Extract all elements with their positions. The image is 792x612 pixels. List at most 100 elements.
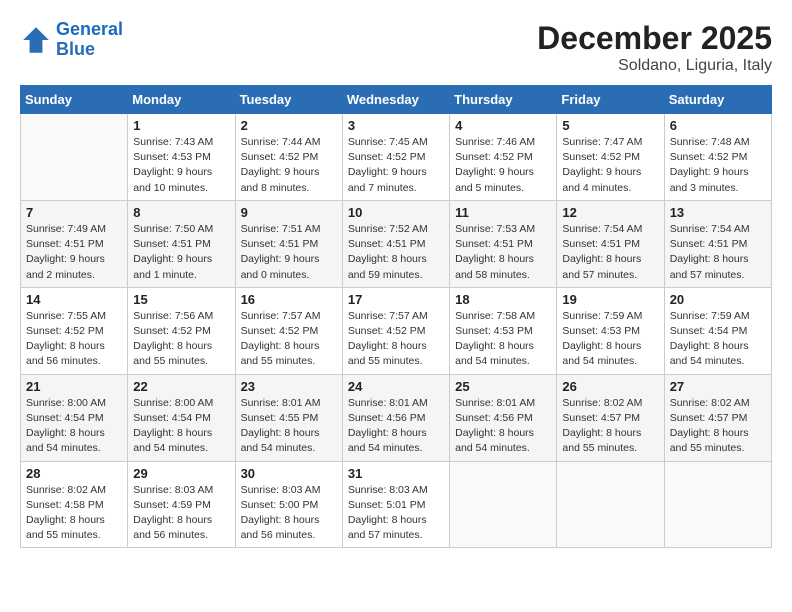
day-info: Sunrise: 7:46 AM Sunset: 4:52 PM Dayligh… — [455, 135, 551, 196]
day-info: Sunrise: 7:54 AM Sunset: 4:51 PM Dayligh… — [670, 222, 766, 283]
day-cell — [21, 114, 128, 201]
location: Soldano, Liguria, Italy — [537, 57, 772, 75]
header-saturday: Saturday — [664, 86, 771, 114]
day-number: 22 — [133, 379, 229, 394]
day-info: Sunrise: 8:02 AM Sunset: 4:57 PM Dayligh… — [562, 396, 658, 457]
logo-icon — [20, 24, 52, 56]
day-number: 16 — [241, 292, 337, 307]
day-cell: 1 Sunrise: 7:43 AM Sunset: 4:53 PM Daylig… — [128, 114, 235, 201]
day-cell: 7 Sunrise: 7:49 AM Sunset: 4:51 PM Daylig… — [21, 200, 128, 287]
day-info: Sunrise: 7:57 AM Sunset: 4:52 PM Dayligh… — [241, 309, 337, 370]
day-info: Sunrise: 7:43 AM Sunset: 4:53 PM Dayligh… — [133, 135, 229, 196]
day-info: Sunrise: 7:59 AM Sunset: 4:54 PM Dayligh… — [670, 309, 766, 370]
header-tuesday: Tuesday — [235, 86, 342, 114]
day-info: Sunrise: 8:03 AM Sunset: 5:00 PM Dayligh… — [241, 483, 337, 544]
day-info: Sunrise: 7:53 AM Sunset: 4:51 PM Dayligh… — [455, 222, 551, 283]
day-number: 29 — [133, 466, 229, 481]
logo-text: General Blue — [56, 20, 123, 60]
day-cell: 8Sunrise: 7:50 AM Sunset: 4:51 PM Daylig… — [128, 200, 235, 287]
day-info: Sunrise: 7:49 AM Sunset: 4:51 PM Dayligh… — [26, 222, 122, 283]
header-row: SundayMondayTuesdayWednesdayThursdayFrid… — [21, 86, 772, 114]
day-number: 8 — [133, 205, 229, 220]
day-info: Sunrise: 7:51 AM Sunset: 4:51 PM Dayligh… — [241, 222, 337, 283]
day-number: 9 — [241, 205, 337, 220]
day-cell: 21 Sunrise: 8:00 AM Sunset: 4:54 PM Dayli… — [21, 374, 128, 461]
day-number: 7 — [26, 205, 122, 220]
day-info: Sunrise: 7:55 AM Sunset: 4:52 PM Dayligh… — [26, 309, 122, 370]
day-number: 27 — [670, 379, 766, 394]
day-cell: 25 Sunrise: 8:01 AM Sunset: 4:56 PM Dayli… — [450, 374, 557, 461]
day-info: Sunrise: 7:44 AM Sunset: 4:52 PM Dayligh… — [241, 135, 337, 196]
day-cell: 20 Sunrise: 7:59 AM Sunset: 4:54 PM Dayli… — [664, 287, 771, 374]
day-info: Sunrise: 7:57 AM Sunset: 4:52 PM Dayligh… — [348, 309, 444, 370]
day-number: 3 — [348, 118, 444, 133]
day-number: 2 — [241, 118, 337, 133]
day-info: Sunrise: 7:56 AM Sunset: 4:52 PM Dayligh… — [133, 309, 229, 370]
day-info: Sunrise: 8:01 AM Sunset: 4:56 PM Dayligh… — [348, 396, 444, 457]
day-cell — [664, 461, 771, 548]
day-cell: 11 Sunrise: 7:53 AM Sunset: 4:51 PM Dayli… — [450, 200, 557, 287]
day-number: 14 — [26, 292, 122, 307]
day-number: 24 — [348, 379, 444, 394]
day-cell: 18Sunrise: 7:58 AM Sunset: 4:53 PM Dayli… — [450, 287, 557, 374]
day-cell: 3 Sunrise: 7:45 AM Sunset: 4:52 PM Daylig… — [342, 114, 449, 201]
header-monday: Monday — [128, 86, 235, 114]
day-number: 17 — [348, 292, 444, 307]
day-number: 26 — [562, 379, 658, 394]
day-info: Sunrise: 8:00 AM Sunset: 4:54 PM Dayligh… — [133, 396, 229, 457]
day-info: Sunrise: 8:01 AM Sunset: 4:56 PM Dayligh… — [455, 396, 551, 457]
month-title: December 2025 — [537, 20, 772, 57]
day-cell: 12Sunrise: 7:54 AM Sunset: 4:51 PM Dayli… — [557, 200, 664, 287]
day-cell: 22 Sunrise: 8:00 AM Sunset: 4:54 PM Dayli… — [128, 374, 235, 461]
day-number: 10 — [348, 205, 444, 220]
page-header: General Blue December 2025 Soldano, Ligu… — [20, 20, 772, 75]
day-cell: 9 Sunrise: 7:51 AM Sunset: 4:51 PM Daylig… — [235, 200, 342, 287]
day-cell: 29 Sunrise: 8:03 AM Sunset: 4:59 PM Dayli… — [128, 461, 235, 548]
day-info: Sunrise: 7:45 AM Sunset: 4:52 PM Dayligh… — [348, 135, 444, 196]
week-row-3: 14 Sunrise: 7:55 AM Sunset: 4:52 PM Dayli… — [21, 287, 772, 374]
day-cell: 28Sunrise: 8:02 AM Sunset: 4:58 PM Dayli… — [21, 461, 128, 548]
day-info: Sunrise: 7:48 AM Sunset: 4:52 PM Dayligh… — [670, 135, 766, 196]
day-number: 20 — [670, 292, 766, 307]
day-info: Sunrise: 8:02 AM Sunset: 4:57 PM Dayligh… — [670, 396, 766, 457]
logo-general: General — [56, 19, 123, 39]
day-number: 5 — [562, 118, 658, 133]
day-number: 13 — [670, 205, 766, 220]
week-row-5: 28Sunrise: 8:02 AM Sunset: 4:58 PM Dayli… — [21, 461, 772, 548]
day-info: Sunrise: 7:58 AM Sunset: 4:53 PM Dayligh… — [455, 309, 551, 370]
day-number: 11 — [455, 205, 551, 220]
day-number: 4 — [455, 118, 551, 133]
day-cell: 31Sunrise: 8:03 AM Sunset: 5:01 PM Dayli… — [342, 461, 449, 548]
logo-blue: Blue — [56, 39, 95, 59]
title-block: December 2025 Soldano, Liguria, Italy — [537, 20, 772, 75]
day-cell: 14 Sunrise: 7:55 AM Sunset: 4:52 PM Dayli… — [21, 287, 128, 374]
day-cell: 23Sunrise: 8:01 AM Sunset: 4:55 PM Dayli… — [235, 374, 342, 461]
week-row-2: 7 Sunrise: 7:49 AM Sunset: 4:51 PM Daylig… — [21, 200, 772, 287]
day-info: Sunrise: 8:00 AM Sunset: 4:54 PM Dayligh… — [26, 396, 122, 457]
day-info: Sunrise: 7:52 AM Sunset: 4:51 PM Dayligh… — [348, 222, 444, 283]
day-cell: 6Sunrise: 7:48 AM Sunset: 4:52 PM Daylig… — [664, 114, 771, 201]
day-number: 28 — [26, 466, 122, 481]
logo: General Blue — [20, 20, 123, 60]
day-number: 1 — [133, 118, 229, 133]
day-cell — [557, 461, 664, 548]
day-info: Sunrise: 8:03 AM Sunset: 4:59 PM Dayligh… — [133, 483, 229, 544]
day-info: Sunrise: 8:03 AM Sunset: 5:01 PM Dayligh… — [348, 483, 444, 544]
week-row-1: 1 Sunrise: 7:43 AM Sunset: 4:53 PM Daylig… — [21, 114, 772, 201]
day-cell: 26 Sunrise: 8:02 AM Sunset: 4:57 PM Dayli… — [557, 374, 664, 461]
day-number: 30 — [241, 466, 337, 481]
day-cell: 2 Sunrise: 7:44 AM Sunset: 4:52 PM Daylig… — [235, 114, 342, 201]
day-cell: 30 Sunrise: 8:03 AM Sunset: 5:00 PM Dayli… — [235, 461, 342, 548]
header-sunday: Sunday — [21, 86, 128, 114]
day-number: 25 — [455, 379, 551, 394]
day-info: Sunrise: 7:59 AM Sunset: 4:53 PM Dayligh… — [562, 309, 658, 370]
day-cell: 16 Sunrise: 7:57 AM Sunset: 4:52 PM Dayli… — [235, 287, 342, 374]
day-number: 21 — [26, 379, 122, 394]
day-cell: 13 Sunrise: 7:54 AM Sunset: 4:51 PM Dayli… — [664, 200, 771, 287]
day-cell: 19Sunrise: 7:59 AM Sunset: 4:53 PM Dayli… — [557, 287, 664, 374]
day-cell: 5Sunrise: 7:47 AM Sunset: 4:52 PM Daylig… — [557, 114, 664, 201]
header-thursday: Thursday — [450, 86, 557, 114]
week-row-4: 21 Sunrise: 8:00 AM Sunset: 4:54 PM Dayli… — [21, 374, 772, 461]
day-cell — [450, 461, 557, 548]
day-cell: 10 Sunrise: 7:52 AM Sunset: 4:51 PM Dayli… — [342, 200, 449, 287]
